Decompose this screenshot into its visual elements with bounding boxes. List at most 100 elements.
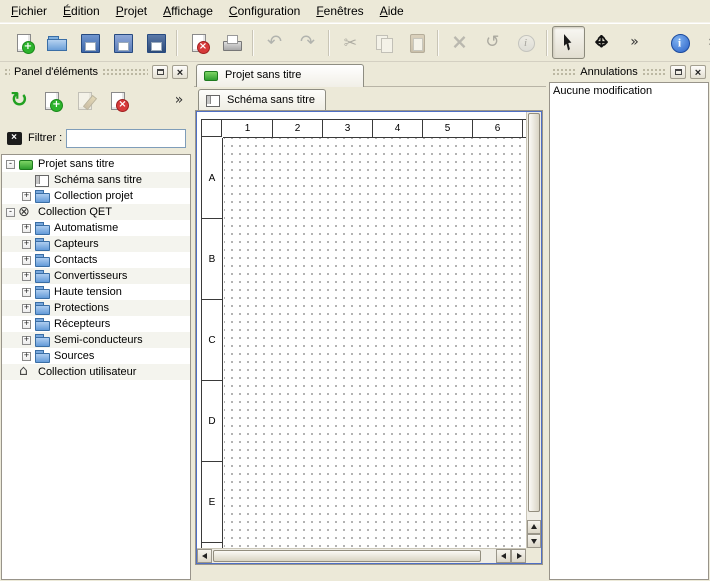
new-document-button[interactable] (7, 26, 40, 59)
expander-icon[interactable] (6, 208, 15, 217)
menu-item[interactable]: Fichier (3, 1, 55, 21)
tab-schema-sans-titre[interactable]: Schéma sans titre (198, 89, 326, 111)
tree-item[interactable]: Récepteurs (2, 316, 190, 332)
schema-canvas[interactable]: 1 2 3 4 5 6 (197, 112, 526, 548)
copy-icon (373, 32, 395, 54)
tree-item[interactable]: Protections (2, 300, 190, 316)
schema-grid[interactable] (224, 138, 526, 548)
paste-button[interactable] (400, 26, 433, 59)
expander-icon[interactable] (22, 192, 31, 201)
scroll-left-button-2[interactable] (496, 549, 511, 563)
expander-icon[interactable] (22, 272, 31, 281)
tree-item[interactable]: Haute tension (2, 284, 190, 300)
expander-icon[interactable] (22, 352, 31, 361)
float-dock-button[interactable] (152, 65, 168, 79)
expander-icon[interactable] (22, 304, 31, 313)
up-arrow-icon (531, 521, 537, 529)
float-dock-button[interactable] (670, 65, 686, 79)
row-headers: A B C D E (202, 138, 223, 548)
tree-item[interactable]: Collection utilisateur (2, 364, 190, 380)
undo-list[interactable]: Aucune modification (549, 82, 709, 580)
toolbar-separator (546, 30, 548, 56)
save-as-button[interactable] (106, 26, 139, 59)
tree-item-label: Automatisme (54, 222, 118, 234)
vertical-scrollbar[interactable] (526, 112, 541, 548)
expander-icon[interactable] (22, 336, 31, 345)
cut-button[interactable] (334, 26, 367, 59)
expander-icon[interactable] (6, 160, 15, 169)
tree-item[interactable]: Projet sans titre (2, 156, 190, 172)
delete-element-button[interactable] (103, 86, 133, 116)
horizontal-scrollbar-thumb[interactable] (213, 550, 481, 562)
expander-icon[interactable] (22, 288, 31, 297)
tree-item[interactable]: Capteurs (2, 236, 190, 252)
folder-icon (34, 254, 50, 267)
close-dock-button[interactable] (690, 65, 706, 79)
scroll-right-button[interactable] (511, 549, 526, 563)
undo-dock-title: Annulations (580, 66, 638, 78)
project-icon (203, 69, 219, 82)
help-icon (669, 32, 691, 54)
save-all-button[interactable] (139, 26, 172, 59)
filter-input[interactable] (66, 129, 186, 148)
menu-item[interactable]: Édition (55, 1, 108, 21)
tree-item[interactable]: Semi-conducteurs (2, 332, 190, 348)
menu-item[interactable]: Projet (108, 1, 155, 21)
copy-button[interactable] (367, 26, 400, 59)
scroll-down-button[interactable] (527, 534, 541, 548)
dock-drag-grip[interactable] (102, 68, 148, 76)
horizontal-scrollbar[interactable] (197, 548, 526, 563)
cut-icon (340, 32, 362, 54)
vertical-scrollbar-buttons (527, 520, 541, 548)
right-arrow-icon (517, 553, 525, 559)
close-dock-button[interactable] (172, 65, 188, 79)
open-folder-icon (46, 32, 68, 54)
print-button[interactable] (215, 26, 248, 59)
save-button[interactable] (73, 26, 106, 59)
dock-drag-grip[interactable] (4, 68, 10, 76)
clear-filter-button[interactable] (4, 129, 24, 147)
vertical-scrollbar-thumb[interactable] (528, 113, 540, 512)
pointer-button[interactable] (552, 26, 585, 59)
scroll-up-button[interactable] (527, 520, 541, 534)
dock-drag-grip[interactable] (642, 68, 666, 76)
help-button[interactable] (663, 26, 696, 59)
expander-icon[interactable] (22, 240, 31, 249)
horizontal-scrollbar-track[interactable] (481, 549, 496, 563)
expander-icon[interactable] (22, 320, 31, 329)
new-element-button[interactable] (37, 86, 67, 116)
overflow-chevron-button[interactable] (170, 86, 188, 116)
tab-projet-sans-titre[interactable]: Projet sans titre (196, 64, 364, 87)
scroll-left-button[interactable] (197, 549, 212, 563)
folder-icon (34, 350, 50, 363)
tree-item[interactable]: Collection QET (2, 204, 190, 220)
edit-element-icon (74, 90, 96, 112)
info-button[interactable] (509, 26, 542, 59)
dock-drag-grip[interactable] (552, 68, 576, 76)
edit-element-button[interactable] (70, 86, 100, 116)
move-button[interactable] (585, 26, 618, 59)
rotate-button[interactable] (476, 26, 509, 59)
redo-button[interactable] (291, 26, 324, 59)
expander-icon[interactable] (22, 224, 31, 233)
tree-item[interactable]: Contacts (2, 252, 190, 268)
tree-item[interactable]: Automatisme (2, 220, 190, 236)
overflow-chevron-button[interactable] (696, 26, 710, 59)
undo-button[interactable] (258, 26, 291, 59)
menu-item[interactable]: Affichage (155, 1, 221, 21)
tree-item[interactable]: Sources (2, 348, 190, 364)
expander-icon[interactable] (22, 256, 31, 265)
close-document-button[interactable] (182, 26, 215, 59)
open-folder-button[interactable] (40, 26, 73, 59)
tree-item[interactable]: Collection projet (2, 188, 190, 204)
tree-item[interactable]: Convertisseurs (2, 268, 190, 284)
pointer-icon (558, 32, 580, 54)
reload-collections-button[interactable] (4, 86, 34, 116)
menu-item[interactable]: Aide (372, 1, 412, 21)
column-header: 2 (273, 120, 323, 137)
overflow-chevron-button[interactable] (618, 26, 651, 59)
menu-item[interactable]: Fenêtres (308, 1, 371, 21)
delete-button[interactable] (443, 26, 476, 59)
menu-item[interactable]: Configuration (221, 1, 308, 21)
tree-item[interactable]: Schéma sans titre (2, 172, 190, 188)
